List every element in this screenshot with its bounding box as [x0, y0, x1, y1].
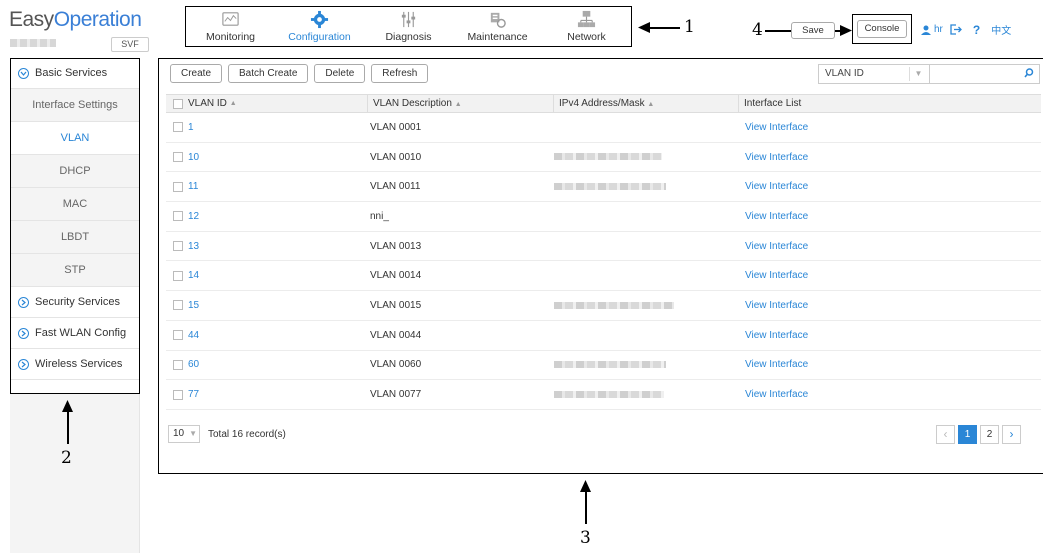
annotation-3-box — [158, 58, 1043, 474]
logo: EasyOperation SVF — [9, 8, 159, 52]
network-topology-icon — [577, 10, 596, 28]
annotation-2-box — [10, 58, 140, 394]
annotation-1-arrow — [646, 27, 680, 29]
annotation-4-arrowhead — [840, 25, 852, 36]
language-switch[interactable]: 中文 — [991, 22, 1011, 37]
username[interactable]: hr — [934, 24, 943, 35]
logo-text: EasyOperation — [9, 8, 142, 31]
nav-diagnosis[interactable]: Diagnosis — [367, 7, 451, 46]
sliders-icon — [401, 11, 416, 28]
nav-configuration[interactable]: Configuration — [278, 7, 362, 46]
annotation-4-label: 4 — [752, 20, 763, 40]
annotation-2-arrow — [67, 410, 69, 444]
help-icon[interactable]: ? — [973, 23, 980, 37]
annotation-1-label: 1 — [684, 17, 695, 37]
top-navigation: Monitoring Configuration Diagnosis Maint… — [185, 6, 632, 47]
logout-icon[interactable] — [950, 24, 962, 35]
monitor-chart-icon — [222, 12, 239, 26]
user-icon — [921, 25, 931, 35]
tools-icon — [490, 12, 506, 28]
svf-badge: SVF — [111, 37, 149, 52]
sidebar-background — [10, 394, 140, 553]
annotation-2-label: 2 — [61, 448, 72, 468]
nav-maintenance[interactable]: Maintenance — [456, 7, 540, 46]
console-button[interactable]: Console — [857, 20, 907, 38]
nav-monitoring[interactable]: Monitoring — [189, 7, 273, 46]
annotation-1-arrowhead — [638, 22, 650, 33]
nav-network[interactable]: Network — [545, 7, 629, 46]
gear-icon — [310, 10, 329, 29]
annotation-3-arrow — [585, 490, 587, 524]
console-highlight-box: Console — [852, 14, 912, 44]
save-button[interactable]: Save — [791, 22, 835, 39]
annotation-3-label: 3 — [580, 528, 591, 548]
device-name-blurred — [10, 39, 56, 47]
user-area: hr ? 中文 — [921, 22, 1011, 37]
